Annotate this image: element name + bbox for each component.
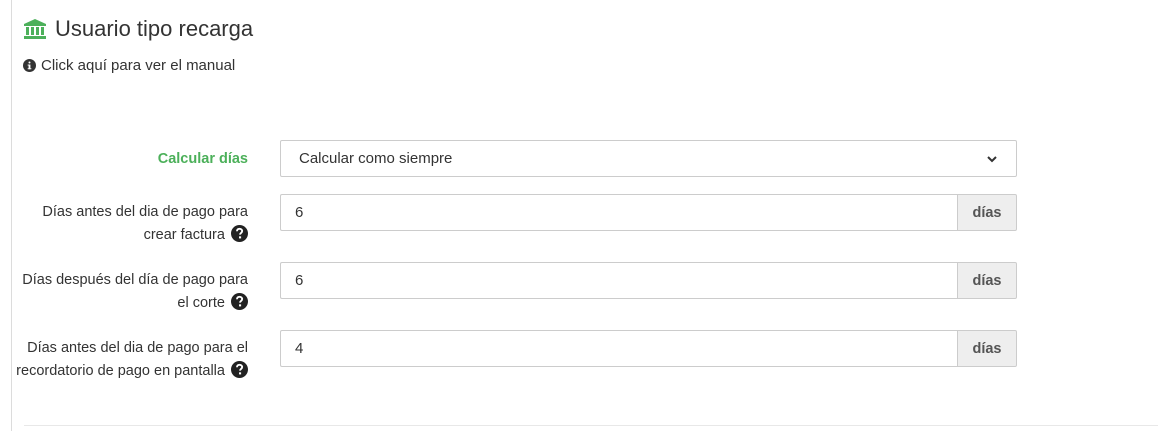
panel-left-border: [11, 0, 12, 431]
calcular-dias-label: Calcular días: [157, 151, 248, 167]
field-label: Días antes del dia de pago para crear fa…: [16, 201, 248, 247]
dias-addon: días: [957, 262, 1017, 299]
corte-label: Días después del día de pago para el cor…: [22, 272, 248, 311]
crear-factura-label: Días antes del dia de pago para crear fa…: [42, 204, 248, 243]
question-circle-icon[interactable]: [231, 293, 248, 310]
calcular-dias-select[interactable]: Calcular como siempre: [280, 140, 1017, 177]
bottom-divider: [24, 425, 1158, 426]
corte-input[interactable]: [280, 262, 957, 299]
recordatorio-label: Días antes del dia de pago para el recor…: [16, 340, 248, 379]
calcular-dias-selected: Calcular como siempre: [299, 150, 453, 167]
bank-icon: [24, 19, 46, 39]
dias-addon: días: [957, 330, 1017, 367]
recordatorio-input[interactable]: [280, 330, 957, 367]
field-label: Días después del día de pago para el cor…: [16, 269, 248, 315]
crear-factura-input[interactable]: [280, 194, 957, 231]
chevron-down-icon: [987, 155, 997, 162]
field-label: Días antes del dia de pago para el recor…: [16, 337, 248, 383]
crear-factura-input-group: días: [280, 194, 1017, 231]
page-title: Usuario tipo recarga: [55, 16, 254, 41]
recordatorio-input-group: días: [280, 330, 1017, 367]
dias-addon: días: [957, 194, 1017, 231]
manual-link[interactable]: Click aquí para ver el manual: [23, 57, 235, 74]
manual-link-label: Click aquí para ver el manual: [41, 57, 236, 74]
info-circle-icon: [23, 59, 36, 72]
page-header: Usuario tipo recarga: [23, 16, 253, 42]
question-circle-icon[interactable]: [231, 225, 248, 242]
question-circle-icon[interactable]: [231, 361, 248, 378]
corte-input-group: días: [280, 262, 1017, 299]
